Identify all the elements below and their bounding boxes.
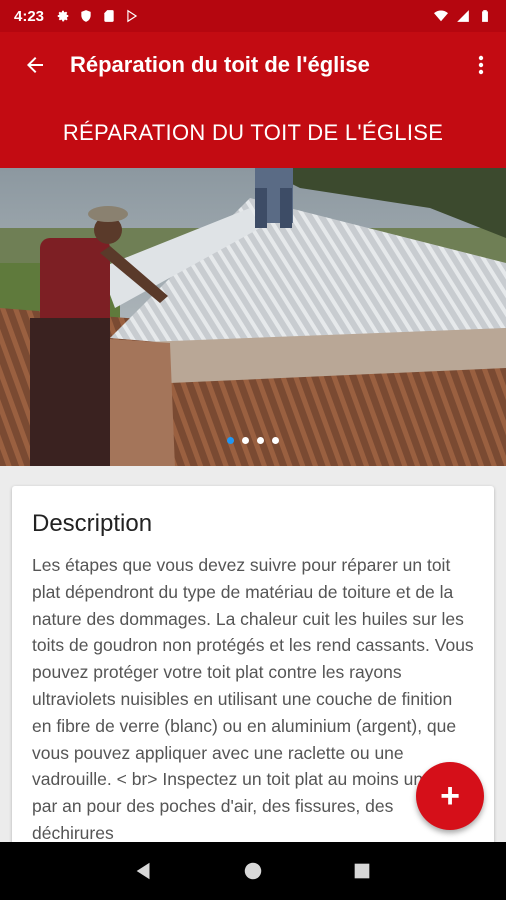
system-navigation-bar bbox=[0, 842, 506, 900]
sd-card-icon bbox=[104, 10, 114, 22]
description-title: Description bbox=[32, 510, 153, 537]
page-title: Réparation du toit de l'église bbox=[70, 52, 370, 77]
status-icons-left bbox=[56, 9, 139, 23]
add-button[interactable]: + bbox=[416, 762, 484, 830]
back-triangle-icon[interactable] bbox=[133, 860, 155, 882]
app-bar: Réparation du toit de l'église bbox=[0, 32, 506, 98]
status-bar: 4:23 bbox=[0, 0, 506, 32]
shield-icon bbox=[81, 10, 91, 22]
section-banner: RÉPARATION DU TOIT DE L'ÉGLISE bbox=[0, 98, 506, 168]
recents-square-icon[interactable] bbox=[351, 860, 373, 882]
overflow-menu-button[interactable] bbox=[456, 32, 506, 98]
play-store-icon bbox=[127, 9, 138, 23]
plus-icon: + bbox=[440, 776, 460, 815]
signal-icon bbox=[457, 10, 469, 22]
carousel-indicator bbox=[0, 437, 506, 444]
more-vert-icon bbox=[478, 55, 484, 75]
back-button[interactable] bbox=[0, 32, 70, 98]
carousel-dot[interactable] bbox=[257, 437, 264, 444]
carousel-dot[interactable] bbox=[242, 437, 249, 444]
status-time: 4:23 bbox=[14, 7, 45, 25]
status-icons-right bbox=[434, 9, 492, 23]
image-carousel[interactable] bbox=[0, 168, 506, 466]
carousel-dot[interactable] bbox=[272, 437, 279, 444]
battery-icon bbox=[482, 10, 488, 22]
church-roof-repair-photo bbox=[0, 168, 506, 466]
home-circle-icon[interactable] bbox=[242, 860, 264, 882]
arrow-back-icon bbox=[27, 57, 43, 73]
wifi-icon bbox=[434, 10, 448, 22]
carousel-dot-active[interactable] bbox=[227, 437, 234, 444]
description-body: Les étapes que vous devez suivre pour ré… bbox=[32, 555, 474, 843]
settings-icon bbox=[57, 10, 69, 22]
